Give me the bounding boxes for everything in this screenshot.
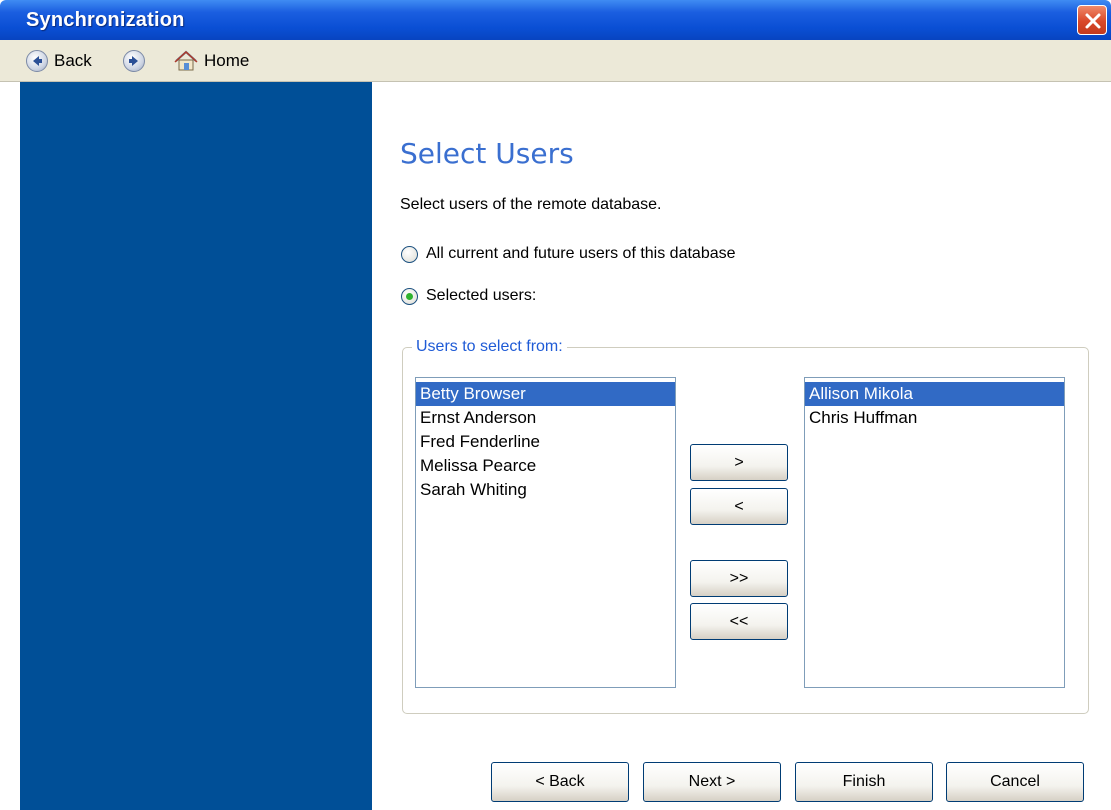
back-arrow-icon xyxy=(26,50,48,72)
next-button[interactable]: Next > xyxy=(643,762,781,802)
navigation-toolbar: Back Home xyxy=(0,40,1111,82)
radio-all-users-label: All current and future users of this dat… xyxy=(426,245,736,262)
selected-users-list[interactable]: Allison Mikola Chris Huffman xyxy=(804,377,1065,688)
cancel-button[interactable]: Cancel xyxy=(946,762,1084,802)
wizard-sidebar xyxy=(20,82,372,810)
remove-user-button[interactable]: < xyxy=(690,488,788,525)
radio-all-users[interactable]: All current and future users of this dat… xyxy=(401,245,736,263)
title-bar: Synchronization xyxy=(0,0,1111,40)
list-item[interactable]: Sarah Whiting xyxy=(416,478,675,502)
radio-selected-users-indicator[interactable] xyxy=(401,287,418,305)
list-item[interactable]: Fred Fenderline xyxy=(416,430,675,454)
list-item[interactable]: Ernst Anderson xyxy=(416,406,675,430)
close-icon xyxy=(1085,13,1101,29)
close-button[interactable] xyxy=(1077,5,1107,35)
radio-selected-users[interactable]: Selected users: xyxy=(401,287,536,305)
add-all-users-button[interactable]: >> xyxy=(690,560,788,597)
forward-nav-button[interactable] xyxy=(123,40,145,82)
add-user-button[interactable]: > xyxy=(690,444,788,481)
forward-arrow-icon xyxy=(123,50,145,72)
back-button[interactable]: < Back xyxy=(491,762,629,802)
list-item[interactable]: Allison Mikola xyxy=(805,382,1064,406)
back-nav-button[interactable]: Back xyxy=(26,40,92,82)
page-heading: Select Users xyxy=(400,137,574,170)
page-description: Select users of the remote database. xyxy=(400,196,662,213)
list-item[interactable]: Melissa Pearce xyxy=(416,454,675,478)
window-title: Synchronization xyxy=(26,9,185,31)
list-item[interactable]: Chris Huffman xyxy=(805,406,1064,430)
radio-selected-users-label: Selected users: xyxy=(426,287,537,304)
back-label: Back xyxy=(54,51,92,70)
home-icon xyxy=(174,50,198,71)
list-item[interactable]: Betty Browser xyxy=(416,382,675,406)
users-group-label: Users to select from: xyxy=(412,338,567,356)
radio-all-users-indicator[interactable] xyxy=(401,245,418,263)
available-users-list[interactable]: Betty Browser Ernst Anderson Fred Fender… xyxy=(415,377,676,688)
home-label: Home xyxy=(204,51,250,70)
home-nav-button[interactable]: Home xyxy=(174,40,249,82)
remove-all-users-button[interactable]: << xyxy=(690,603,788,640)
window-left-edge xyxy=(0,82,20,810)
finish-button[interactable]: Finish xyxy=(795,762,933,802)
